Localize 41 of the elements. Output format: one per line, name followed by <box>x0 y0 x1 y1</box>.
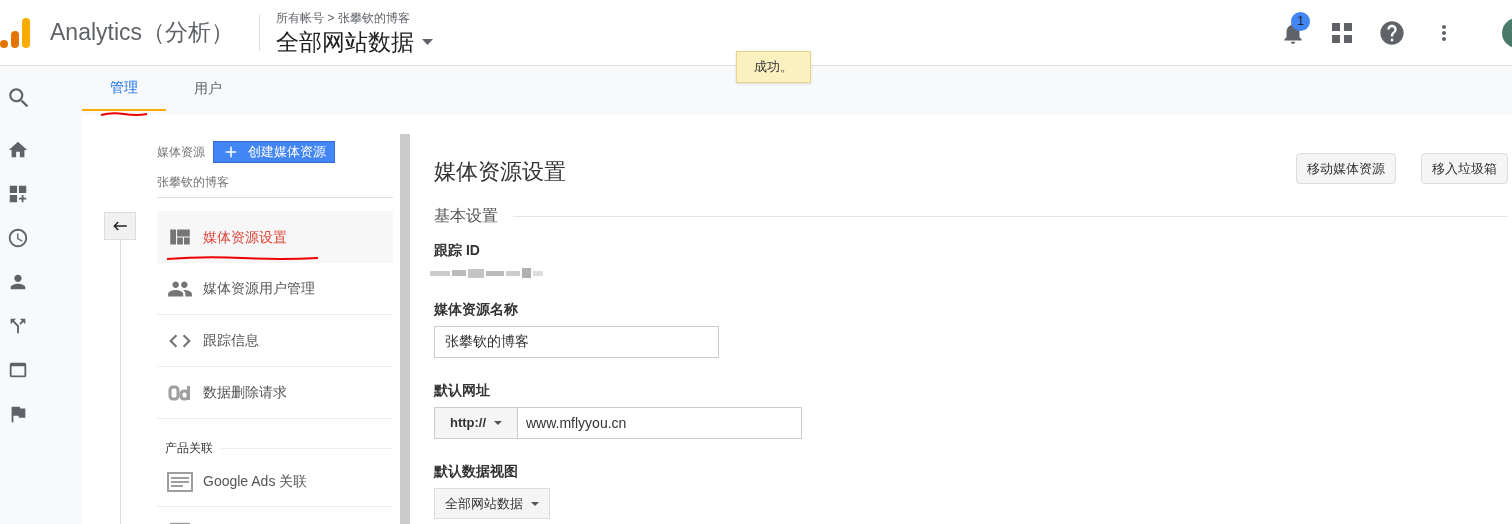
section-heading: 基本设置 <box>434 206 498 226</box>
property-menu-item[interactable]: 数据删除请求 <box>157 367 393 419</box>
bar-chart-logo-icon <box>0 16 30 49</box>
view-dropdown[interactable]: 全部网站数据 <box>434 488 550 519</box>
page-title: 媒体资源设置 <box>434 158 566 186</box>
letters-icon <box>167 384 193 401</box>
notification-badge: 1 <box>1291 11 1310 31</box>
field-label: 跟踪 ID <box>434 241 481 260</box>
caret-icon <box>422 38 434 45</box>
field-label: 默认数据视图 <box>434 462 519 481</box>
property-name: 张攀钦的博客 <box>157 173 393 198</box>
field-label: 默认网址 <box>434 381 491 400</box>
caret-icon <box>494 421 503 425</box>
create-property-button[interactable]: 创建媒体资源 <box>213 141 335 163</box>
protocol-dropdown[interactable]: http:// <box>434 407 518 439</box>
action-button[interactable]: 移动媒体资源 <box>1296 153 1396 184</box>
section-heading: 产品关联 <box>165 440 213 457</box>
tab[interactable]: 用户 <box>166 66 250 111</box>
property-menu-item[interactable]: 媒体资源用户管理 <box>157 263 393 315</box>
view-selector[interactable]: 全部网站数据 <box>276 26 434 57</box>
url-field[interactable]: www.mflyyou.cn <box>518 407 802 439</box>
scrollbar[interactable] <box>400 134 410 524</box>
property-label: 媒体资源 <box>157 144 205 161</box>
dashboard-icon[interactable] <box>7 183 29 205</box>
property-menu-item[interactable]: 媒体资源设置 <box>157 211 393 263</box>
success-toast: 成功。 <box>736 51 811 83</box>
product-name: Analytics（分析） <box>50 18 235 48</box>
name-field[interactable]: 张攀钦的博客 <box>434 326 719 358</box>
field-label: 媒体资源名称 <box>434 300 519 319</box>
property-menu-item[interactable]: 跟踪信息 <box>157 315 393 367</box>
lined-panel-icon <box>167 471 193 492</box>
apps-icon[interactable] <box>1332 22 1352 43</box>
caret-icon <box>531 501 539 506</box>
back-button[interactable] <box>104 212 136 240</box>
help-icon[interactable] <box>1378 18 1406 47</box>
action-button[interactable]: 移入垃圾箱 <box>1421 153 1508 184</box>
tab[interactable]: 管理 <box>82 66 166 111</box>
underline-annotation <box>99 111 149 117</box>
link-menu-item[interactable]: Google Ads 关联 <box>157 457 393 507</box>
breadcrumb: 所有帐号 > 张攀钦的博客 <box>276 9 411 27</box>
clock-icon[interactable] <box>7 227 29 249</box>
